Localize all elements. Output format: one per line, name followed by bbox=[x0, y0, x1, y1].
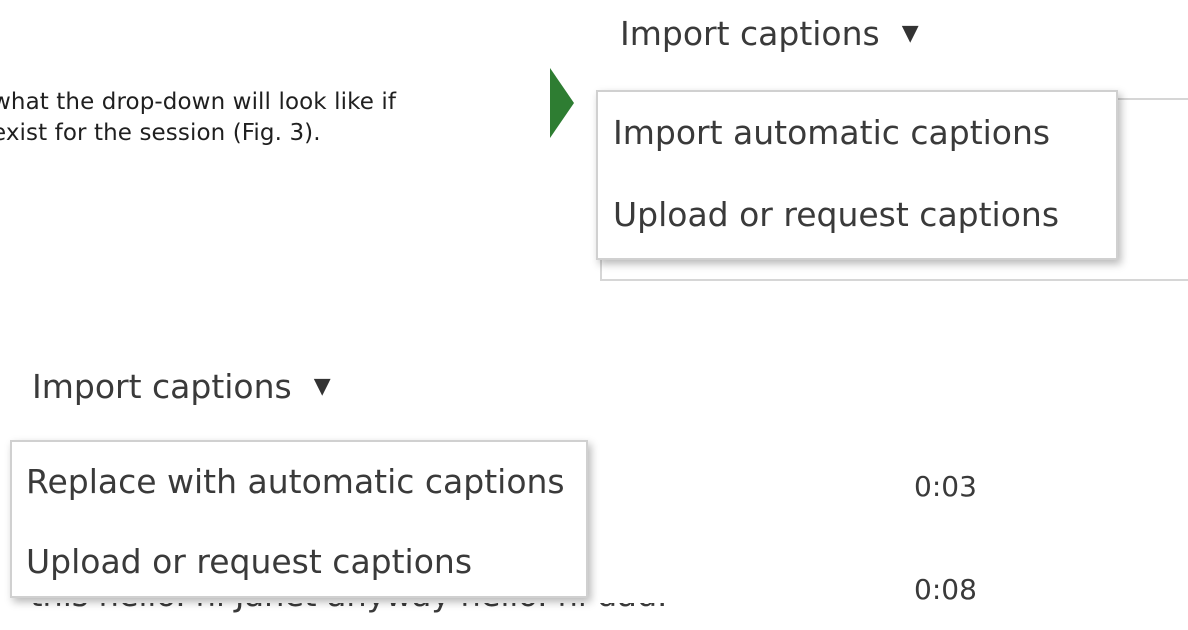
transcript-time-2: 0:08 bbox=[914, 573, 977, 606]
pointer-arrow-icon bbox=[550, 68, 574, 138]
import-captions-dropdown-top[interactable]: Import captions ▼ bbox=[620, 14, 919, 53]
import-captions-dropdown-bottom[interactable]: Import captions ▼ bbox=[32, 367, 331, 406]
caret-down-icon: ▼ bbox=[901, 21, 919, 46]
import-captions-menu-bottom: Replace with automatic captions Upload o… bbox=[10, 440, 588, 598]
intro-text-line-2: exist for the session (Fig. 3). bbox=[0, 120, 321, 146]
import-captions-menu-top: Import automatic captions Upload or requ… bbox=[596, 90, 1118, 260]
menu-item-upload-or-request-captions[interactable]: Upload or request captions bbox=[12, 522, 586, 602]
intro-text-line-1: what the drop-down will look like if bbox=[0, 89, 397, 115]
transcript-time-1: 0:03 bbox=[914, 470, 977, 503]
import-captions-label: Import captions bbox=[32, 367, 292, 406]
menu-item-replace-with-automatic-captions[interactable]: Replace with automatic captions bbox=[12, 442, 586, 522]
caret-down-icon: ▼ bbox=[313, 374, 331, 399]
import-captions-label: Import captions bbox=[620, 14, 880, 53]
menu-item-import-automatic-captions[interactable]: Import automatic captions bbox=[598, 92, 1116, 174]
menu-item-upload-or-request-captions[interactable]: Upload or request captions bbox=[598, 174, 1116, 256]
